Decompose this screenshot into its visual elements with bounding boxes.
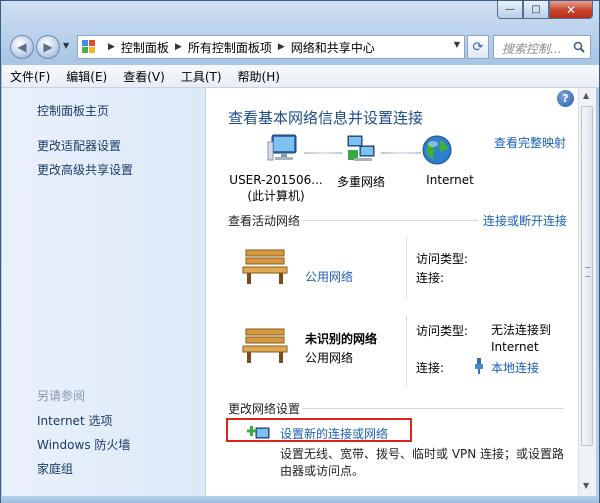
vertical-scrollbar[interactable]: ▲ ▼	[578, 88, 596, 496]
breadcrumb-separator-icon[interactable]: ▶	[175, 42, 182, 52]
computer-icon	[267, 134, 297, 161]
search-placeholder: 搜索控制...	[502, 42, 562, 56]
sidebar-link-homegroup[interactable]: 家庭组	[37, 460, 73, 477]
menu-file[interactable]: 文件(F)	[2, 68, 58, 85]
network-type-link[interactable]: 公用网络	[305, 268, 353, 285]
maximize-button[interactable]: □	[523, 1, 549, 19]
grip-icon	[585, 267, 590, 277]
active-network-2: 未识别的网络 公用网络 访问类型: 无法连接到 Internet 连接: 本地连…	[228, 315, 568, 387]
node-internet: Internet	[426, 173, 474, 187]
access-type-label: 访问类型:	[416, 252, 469, 266]
control-panel-icon	[82, 40, 98, 54]
menu-tools[interactable]: 工具(T)	[173, 68, 230, 85]
local-connection-icon	[475, 358, 483, 374]
connect-disconnect-link[interactable]: 连接或断开连接	[483, 212, 567, 229]
node-this-computer-caption: (此计算机)	[247, 189, 305, 203]
see-full-map-link[interactable]: 查看完整映射	[494, 134, 566, 151]
globe-icon	[422, 135, 452, 165]
connection-line	[381, 152, 421, 154]
connections-label: 连接:	[416, 271, 445, 285]
help-icon[interactable]: ?	[557, 90, 574, 107]
window-frame-bottom	[1, 496, 599, 503]
back-arrow-icon: ◀	[17, 40, 27, 54]
forward-button[interactable]: ▶	[36, 35, 60, 59]
see-also-heading: 另请参阅	[37, 389, 86, 403]
active-networks-title: 查看活动网络	[228, 214, 301, 228]
network-name: 未识别的网络	[305, 332, 378, 346]
breadcrumb-control-panel[interactable]: 控制面板	[121, 39, 169, 56]
connections-label: 连接:	[416, 361, 445, 375]
address-dropdown-icon[interactable]: ▼	[454, 40, 460, 49]
window-controls: — □ ✕	[497, 1, 593, 19]
refresh-icon: ⟳	[472, 39, 484, 55]
node-multiple-networks: 多重网络	[336, 175, 385, 189]
sidebar-link-windows-firewall[interactable]: Windows 防火墙	[37, 436, 130, 453]
sidebar-link-advanced-sharing[interactable]: 更改高级共享设置	[37, 161, 133, 178]
recent-pages-dropdown-icon[interactable]: ▼	[63, 41, 69, 50]
network-divider	[406, 315, 407, 387]
access-type-label: 访问类型:	[416, 324, 469, 338]
node-this-computer: USER-201506... (此计算机)	[226, 173, 326, 204]
page-title: 查看基本网络信息并设置连接	[228, 109, 424, 127]
node-this-computer-name: USER-201506...	[229, 173, 323, 187]
breadcrumb-all-items[interactable]: 所有控制面板项	[188, 39, 272, 56]
forward-arrow-icon: ▶	[43, 40, 53, 54]
back-button[interactable]: ◀	[10, 35, 34, 59]
breadcrumb-separator-icon[interactable]: ▶	[108, 42, 115, 52]
public-network-icon[interactable]	[242, 325, 288, 365]
menu-edit[interactable]: 编辑(E)	[58, 68, 115, 85]
active-network-1: 公用网络 访问类型: 连接:	[228, 236, 568, 298]
sidebar-link-internet-options[interactable]: Internet 选项	[37, 412, 112, 429]
close-button[interactable]: ✕	[549, 1, 593, 19]
network-type[interactable]: 公用网络	[305, 349, 353, 366]
change-settings-title: 更改网络设置	[228, 402, 301, 416]
sidebar-link-adapter-settings[interactable]: 更改适配器设置	[37, 137, 121, 154]
section-divider	[302, 408, 564, 409]
network-divider	[406, 236, 407, 298]
network-icon	[347, 135, 375, 161]
control-panel-window: — □ ✕ ◀ ▶ ▼ ▶ 控制面板 ▶ 所有控制面板项 ▶ 网络和共享中心 ▼…	[0, 0, 600, 503]
breadcrumb-separator-icon[interactable]: ▶	[278, 42, 285, 52]
refresh-button[interactable]: ⟳	[467, 35, 489, 59]
search-box[interactable]: 搜索控制...	[493, 35, 591, 59]
navigation-bar: ◀ ▶ ▼ ▶ 控制面板 ▶ 所有控制面板项 ▶ 网络和共享中心 ▼ ⟳ 搜索控…	[1, 31, 599, 63]
search-icon[interactable]	[573, 41, 585, 53]
scrollbar-thumb[interactable]	[581, 106, 593, 446]
address-bar[interactable]: ▶ 控制面板 ▶ 所有控制面板项 ▶ 网络和共享中心 ▼	[77, 35, 465, 59]
access-type-value: 无法连接到 Internet	[491, 323, 552, 354]
public-network-icon[interactable]	[242, 246, 288, 286]
new-connection-icon[interactable]	[247, 425, 271, 441]
scroll-down-icon[interactable]: ▼	[583, 481, 589, 490]
local-connection-link[interactable]: 本地连接	[491, 359, 539, 376]
menu-help[interactable]: 帮助(H)	[230, 68, 288, 85]
title-bar[interactable]: — □ ✕	[1, 1, 599, 31]
breadcrumb-network-center[interactable]: 网络和共享中心	[291, 39, 375, 56]
menu-bar: 文件(F) 编辑(E) 查看(V) 工具(T) 帮助(H)	[2, 65, 599, 88]
sidebar-link-control-panel-home[interactable]: 控制面板主页	[37, 102, 109, 119]
section-divider	[302, 220, 478, 221]
new-connection-link[interactable]: 设置新的连接或网络	[280, 425, 388, 442]
menu-view[interactable]: 查看(V)	[115, 68, 173, 85]
main-content: ? 查看基本网络信息并设置连接 查看完整映射 USER-201506... (此…	[206, 88, 578, 496]
new-connection-description: 设置无线、宽带、拨号、临时或 VPN 连接；或设置路由器或访问点。	[280, 447, 565, 478]
sidebar: 控制面板主页 更改适配器设置 更改高级共享设置 另请参阅 Internet 选项…	[2, 88, 206, 496]
scroll-up-icon[interactable]: ▲	[583, 91, 589, 100]
minimize-button[interactable]: —	[497, 1, 523, 19]
connection-line	[304, 152, 342, 154]
